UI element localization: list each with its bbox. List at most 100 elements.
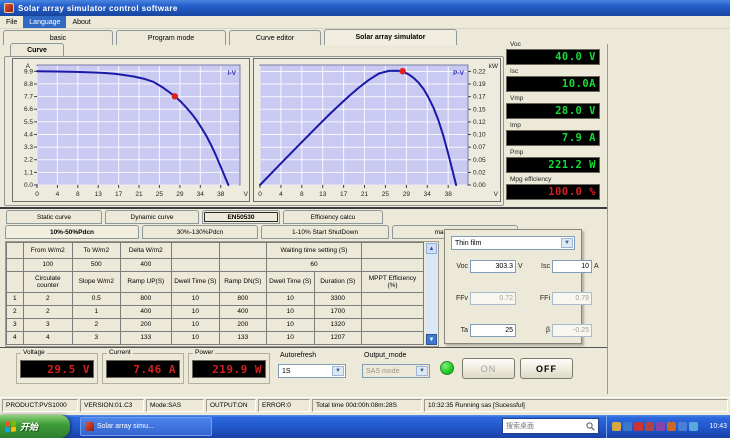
data-cell[interactable]: 10: [171, 318, 220, 332]
svg-text:29: 29: [176, 191, 184, 198]
tab-solar-array-simulator[interactable]: Solar array simulator: [324, 29, 457, 45]
menu-item-file[interactable]: File: [0, 16, 23, 28]
curve-tab[interactable]: Curve: [10, 43, 64, 57]
taskbar-clock[interactable]: 10:43: [709, 415, 727, 438]
subtab-efficiency-calcu[interactable]: Efficiency calcu: [283, 210, 383, 224]
group-value-cell[interactable]: 60: [266, 258, 362, 272]
output-mode-select[interactable]: SAS mode ▼: [362, 364, 430, 378]
data-cell[interactable]: 10: [171, 292, 220, 306]
row-number-cell[interactable]: 4: [6, 331, 24, 345]
status-bar: PRODUCT:PVS1000 VERSION:01.C3 Mode:SAS OUTP…: [0, 397, 730, 413]
param-input-isc[interactable]: 10: [552, 260, 592, 273]
data-cell[interactable]: 10: [266, 292, 315, 306]
data-cell[interactable]: 10: [266, 331, 315, 345]
search-icon[interactable]: [586, 421, 595, 431]
menu-item-language[interactable]: Language: [23, 16, 67, 28]
param-input-voc[interactable]: 303.3: [470, 260, 516, 273]
param-input-ta[interactable]: 25: [470, 324, 516, 337]
data-cell[interactable]: 1320: [313, 318, 362, 332]
tray-icon-1[interactable]: [612, 422, 621, 431]
data-cell[interactable]: 400: [119, 305, 173, 319]
col-header: MPPT Efficiency (%): [360, 271, 425, 293]
start-label: 开始: [20, 422, 39, 432]
data-cell[interactable]: 2: [72, 318, 121, 332]
table-cell[interactable]: [171, 258, 220, 272]
group-value-cell[interactable]: 500: [72, 258, 121, 272]
scroll-up-icon[interactable]: ▲: [426, 243, 437, 254]
data-cell[interactable]: 133: [218, 331, 268, 345]
data-cell[interactable]: 1207: [313, 331, 362, 345]
data-cell[interactable]: 200: [119, 318, 173, 332]
data-cell[interactable]: 400: [218, 305, 268, 319]
data-cell[interactable]: 800: [119, 292, 173, 306]
data-cell[interactable]: [360, 305, 425, 319]
tray-icon-6[interactable]: [667, 422, 676, 431]
measurement-label: Mpg efficiency: [510, 176, 552, 183]
data-cell[interactable]: 10: [266, 305, 315, 319]
data-cell[interactable]: 3300: [313, 292, 362, 306]
title-bar[interactable]: Solar array simulator control software: [0, 0, 730, 16]
menu-item-about[interactable]: About: [66, 16, 96, 28]
data-cell[interactable]: [360, 292, 425, 306]
subtab-30-130-pdcn[interactable]: 30%-130%Pdcn: [142, 225, 258, 239]
tray-icon-8[interactable]: [689, 422, 698, 431]
data-cell[interactable]: 1: [72, 305, 121, 319]
desktop-search-input[interactable]: 搜索桌面: [502, 418, 599, 434]
tray-icon-4[interactable]: [645, 422, 654, 431]
data-cell[interactable]: 133: [119, 331, 173, 345]
chevron-down-icon[interactable]: ▼: [332, 366, 344, 376]
measurement-led-display: 221.2 W: [506, 157, 600, 173]
data-cell[interactable]: 3: [22, 318, 74, 332]
subtab-en50530[interactable]: EN50530: [202, 210, 280, 224]
tab-curve-editor[interactable]: Curve editor: [229, 30, 321, 45]
table-cell[interactable]: [6, 258, 24, 272]
tray-icon-7[interactable]: [678, 422, 687, 431]
data-cell[interactable]: 10: [171, 305, 220, 319]
data-cell[interactable]: 2: [22, 305, 74, 319]
data-cell[interactable]: 2: [22, 292, 74, 306]
meter-group-power: Power 219.9 W: [188, 349, 270, 384]
chevron-down-icon[interactable]: ▼: [561, 238, 573, 248]
output-mode-value: SAS mode: [366, 367, 400, 375]
panel-type-select[interactable]: Thin film ▼: [451, 236, 575, 250]
subtab-dynamic-curve[interactable]: Dynamic curve: [105, 210, 199, 224]
group-value-cell[interactable]: 400: [119, 258, 173, 272]
data-cell[interactable]: 0.5: [72, 292, 121, 306]
tab-program-mode[interactable]: Program mode: [116, 30, 226, 45]
on-button[interactable]: ON: [462, 358, 515, 379]
data-cell[interactable]: 1700: [313, 305, 362, 319]
svg-text:0.12: 0.12: [473, 119, 486, 126]
data-cell[interactable]: [360, 331, 425, 345]
data-cell[interactable]: [360, 318, 425, 332]
data-cell[interactable]: 10: [266, 318, 315, 332]
table-cell[interactable]: [218, 258, 268, 272]
data-cell[interactable]: 800: [218, 292, 268, 306]
subtab-10-50-pdcn[interactable]: 10%-50%Pdcn: [5, 225, 139, 239]
data-cell[interactable]: 4: [22, 331, 74, 345]
table-cell: [6, 271, 24, 293]
tray-icon-5[interactable]: [656, 422, 665, 431]
data-cell[interactable]: 3: [72, 331, 121, 345]
measurement-label: Voc: [510, 41, 521, 48]
group-value-cell[interactable]: 100: [22, 258, 74, 272]
row-number-cell[interactable]: 2: [6, 305, 24, 319]
row-number-cell[interactable]: 1: [6, 292, 24, 306]
subtab-static-curve[interactable]: Static curve: [6, 210, 102, 224]
taskbar-task-button[interactable]: Solar array simu...: [80, 417, 212, 436]
svg-text:I-V: I-V: [228, 70, 237, 77]
param-input-item: -0.25: [552, 324, 592, 337]
data-cell[interactable]: 200: [218, 318, 268, 332]
off-button[interactable]: OFF: [520, 358, 573, 379]
table-cell[interactable]: [360, 258, 425, 272]
tray-icon-3[interactable]: [634, 422, 643, 431]
tray-icon-2[interactable]: [623, 422, 632, 431]
row-number-cell[interactable]: 3: [6, 318, 24, 332]
scroll-down-icon[interactable]: ▼: [426, 334, 437, 345]
start-button[interactable]: 开始: [0, 415, 70, 438]
autorefresh-select[interactable]: 1S ▼: [278, 364, 346, 378]
table-scrollbar[interactable]: ▲ ▼: [426, 243, 437, 345]
subtab-1-10-start-shutdown[interactable]: 1-10% Start ShutDown: [261, 225, 389, 239]
data-cell[interactable]: 10: [171, 331, 220, 345]
svg-text:0.15: 0.15: [473, 106, 486, 113]
table-cell: [6, 242, 24, 259]
